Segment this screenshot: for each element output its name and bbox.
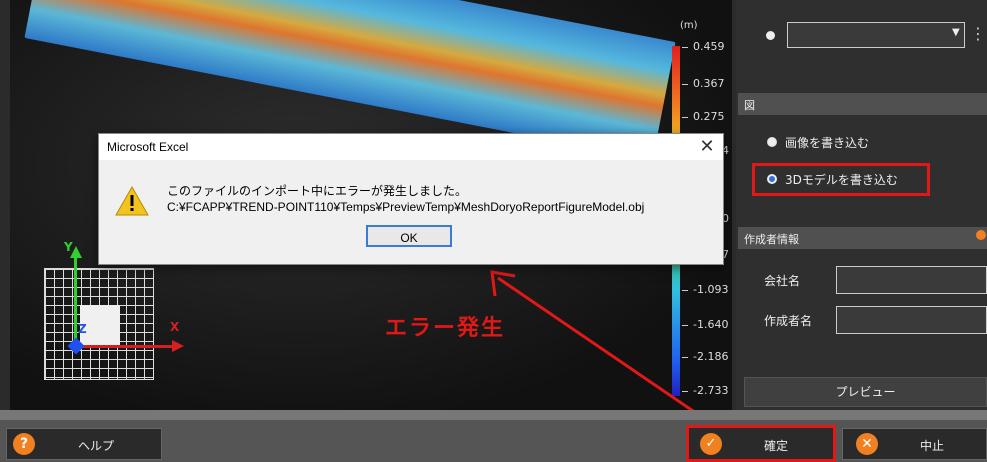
dialog-titlebar: Microsoft Excel ✕ (99, 134, 723, 160)
scale-tick-mark (682, 117, 688, 118)
scale-tick-mark (682, 290, 688, 291)
check-icon[interactable]: ✓ (700, 433, 722, 455)
x-axis-label: X (170, 320, 180, 334)
radio-option[interactable] (766, 31, 775, 40)
author-section-header: 作成者情報 (738, 227, 987, 249)
scale-tick-label: -2.733 (693, 384, 729, 397)
option-3d-label[interactable]: 3Dモデルを書き込む (785, 171, 898, 188)
scale-tick-label: 0.459 (693, 40, 725, 53)
z-axis-label: Z (78, 322, 87, 336)
radio-3d-model[interactable] (767, 174, 777, 184)
author-label: 作成者名 (764, 314, 813, 328)
preview-button[interactable]: プレビュー (744, 377, 987, 407)
x-axis-arrow (172, 340, 184, 352)
y-axis-line (74, 258, 77, 348)
warning-icon (115, 185, 149, 216)
gear-icon[interactable] (976, 230, 986, 240)
scale-tick-label: -2.186 (693, 350, 729, 363)
scale-unit-label: (m) (680, 20, 698, 31)
scale-tick-mark (682, 391, 688, 392)
close-icon[interactable]: ✕ (856, 433, 878, 455)
more-icon[interactable]: ⋮ (970, 24, 986, 43)
error-annotation-label: エラー発生 (385, 316, 506, 341)
dialog-title: Microsoft Excel (107, 140, 189, 154)
chevron-down-icon[interactable]: ▼ (952, 27, 960, 38)
help-label[interactable]: ヘルプ (78, 437, 114, 454)
scale-tick-label: 0.275 (693, 110, 725, 123)
scale-tick-mark (682, 47, 688, 48)
scale-tick-mark (682, 84, 688, 85)
confirm-label[interactable]: 確定 (764, 437, 788, 454)
company-field[interactable] (836, 266, 987, 294)
company-label: 会社名 (764, 274, 801, 288)
option-image-label[interactable]: 画像を書き込む (785, 134, 869, 151)
help-icon[interactable]: ? (13, 433, 35, 455)
scale-tick-label: -1.093 (693, 283, 729, 296)
bottom-strip (0, 410, 987, 420)
scale-tick-label: 0.367 (693, 77, 725, 90)
scale-tick-mark (682, 357, 688, 358)
dialog-file-path: C:¥FCAPP¥TREND-POINT110¥Temps¥PreviewTem… (167, 200, 645, 214)
radio-image[interactable] (767, 137, 777, 147)
y-axis-label: Y (64, 240, 73, 254)
ok-button[interactable]: OK (366, 225, 452, 247)
figure-section-header: 図 (738, 93, 987, 115)
x-axis-line (76, 345, 174, 348)
dialog-message: このファイルのインポート中にエラーが発生しました。 (167, 184, 468, 198)
cancel-label[interactable]: 中止 (920, 437, 944, 454)
scale-tick-mark (682, 325, 688, 326)
close-icon[interactable]: ✕ (695, 135, 719, 157)
right-panel (736, 0, 987, 410)
dialog-body: このファイルのインポート中にエラーが発生しました。 C:¥FCAPP¥TREND… (99, 160, 723, 264)
dropdown-select[interactable] (787, 22, 965, 48)
scale-tick-label: -1.640 (693, 318, 729, 331)
error-dialog: Microsoft Excel ✕ このファイルのインポート中にエラーが発生しま… (98, 133, 724, 265)
author-field[interactable] (836, 306, 987, 334)
